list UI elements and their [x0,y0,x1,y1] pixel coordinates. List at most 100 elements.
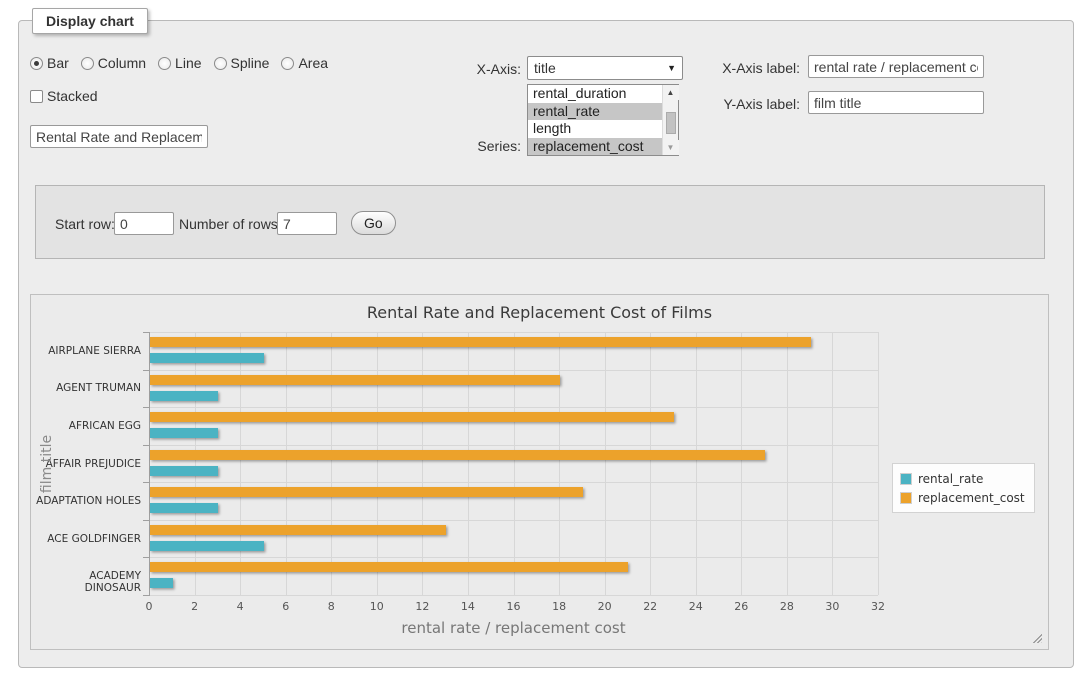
start-row-label: Start row: [55,216,115,232]
gridline [195,332,196,595]
gridline [149,332,878,333]
bar-rental_rate-african-egg[interactable] [150,428,218,438]
gridline [605,332,606,595]
go-button[interactable]: Go [351,211,396,235]
category-label: AFRICAN EGG [33,420,141,432]
bar-rental_rate-airplane-sierra[interactable] [150,353,264,363]
x-axis-title: rental rate / replacement cost [149,619,878,637]
series-option-rental_duration[interactable]: rental_duration [528,85,662,103]
stacked-label: Stacked [47,88,98,104]
scroll-down-icon[interactable]: ▼ [663,140,679,155]
chart-type-option-label: Column [98,55,146,71]
x-tick-label: 18 [542,600,576,613]
gridline [787,332,788,595]
bar-rental_rate-adaptation-holes[interactable] [150,503,218,513]
chart-type-option-label: Line [175,55,201,71]
gridline [149,370,878,371]
x-tick-label: 8 [314,600,348,613]
series-listbox: rental_durationrental_ratelengthreplacem… [527,84,679,156]
chart-type-area[interactable]: Area [281,55,328,71]
bar-rental_rate-academy-dinosaur[interactable] [150,578,173,588]
bar-replacement_cost-affair-prejudice[interactable] [150,450,765,460]
series-select-label: Series: [445,138,521,154]
x-tick-label: 14 [451,600,485,613]
series-list-scrollbar[interactable]: ▲ ▼ [662,85,678,155]
bar-rental_rate-agent-truman[interactable] [150,391,218,401]
x-tick-label: 26 [724,600,758,613]
bar-replacement_cost-agent-truman[interactable] [150,375,560,385]
x-tick-label: 16 [497,600,531,613]
gridline [832,332,833,595]
bar-replacement_cost-adaptation-holes[interactable] [150,487,583,497]
gridline [559,332,560,595]
scrollbar-thumb[interactable] [666,112,676,134]
legend-label: replacement_cost [918,491,1025,505]
chart-title-input[interactable] [30,125,208,148]
gridline [741,332,742,595]
gridline [650,332,651,595]
legend-swatch-icon [900,492,912,504]
chart-container: Rental Rate and Replacement Cost of Film… [30,294,1049,650]
legend-item-replacement_cost[interactable]: replacement_cost [900,488,1025,507]
x-tick-label: 32 [861,600,895,613]
panel-title: Display chart [32,8,148,34]
chart-type-line[interactable]: Line [158,55,201,71]
series-option-length[interactable]: length [528,120,662,138]
gridline [331,332,332,595]
series-option-rental_rate[interactable]: rental_rate [528,103,662,121]
gridline [240,332,241,595]
resize-handle-icon[interactable] [1031,632,1042,643]
gridline [149,520,878,521]
x-axis-select[interactable]: title ▼ [527,56,683,80]
category-label: ADAPTATION HOLES [33,495,141,507]
category-label: AGENT TRUMAN [33,382,141,394]
gridline [149,482,878,483]
x-tick-label: 10 [360,600,394,613]
chart-legend: rental_rate replacement_cost [892,463,1035,513]
chart-type-spline[interactable]: Spline [214,55,270,71]
bar-replacement_cost-airplane-sierra[interactable] [150,337,811,347]
chart-type-option-label: Bar [47,55,69,71]
legend-swatch-icon [900,473,912,485]
x-axis-label-label: X-Axis label: [700,60,800,76]
series-options: rental_durationrental_ratelengthreplacem… [528,85,662,155]
legend-label: rental_rate [918,472,983,486]
start-row-input[interactable] [114,212,174,235]
stacked-checkbox[interactable]: Stacked [30,88,98,104]
series-option-replacement_cost[interactable]: replacement_cost [528,138,662,156]
x-axis-label-input[interactable] [808,55,984,78]
x-tick-label: 22 [633,600,667,613]
bar-rental_rate-affair-prejudice[interactable] [150,466,218,476]
bar-rental_rate-ace-goldfinger[interactable] [150,541,264,551]
radio-icon [281,57,294,70]
bar-replacement_cost-academy-dinosaur[interactable] [150,562,628,572]
radio-icon [30,57,43,70]
category-label: AIRPLANE SIERRA [33,345,141,357]
number-of-rows-input[interactable] [277,212,337,235]
chevron-down-icon: ▼ [667,63,676,73]
gridline [878,332,879,595]
legend-item-rental_rate[interactable]: rental_rate [900,469,1025,488]
chart-type-option-label: Area [298,55,328,71]
bar-replacement_cost-african-egg[interactable] [150,412,674,422]
chart-type-bar[interactable]: Bar [30,55,69,71]
scroll-up-icon[interactable]: ▲ [663,85,679,100]
radio-icon [81,57,94,70]
gridline [149,407,878,408]
y-axis-label-input[interactable] [808,91,984,114]
gridline [149,445,878,446]
x-tick-label: 6 [269,600,303,613]
radio-icon [158,57,171,70]
gridline [514,332,515,595]
chart-type-column[interactable]: Column [81,55,146,71]
gridline [286,332,287,595]
chart-type-option-label: Spline [231,55,270,71]
gridline [422,332,423,595]
y-axis-label-label: Y-Axis label: [700,96,800,112]
x-tick-label: 30 [815,600,849,613]
x-tick-label: 12 [405,600,439,613]
x-tick-label: 24 [679,600,713,613]
number-of-rows-label: Number of rows: [179,216,282,232]
bar-replacement_cost-ace-goldfinger[interactable] [150,525,446,535]
gridline [377,332,378,595]
